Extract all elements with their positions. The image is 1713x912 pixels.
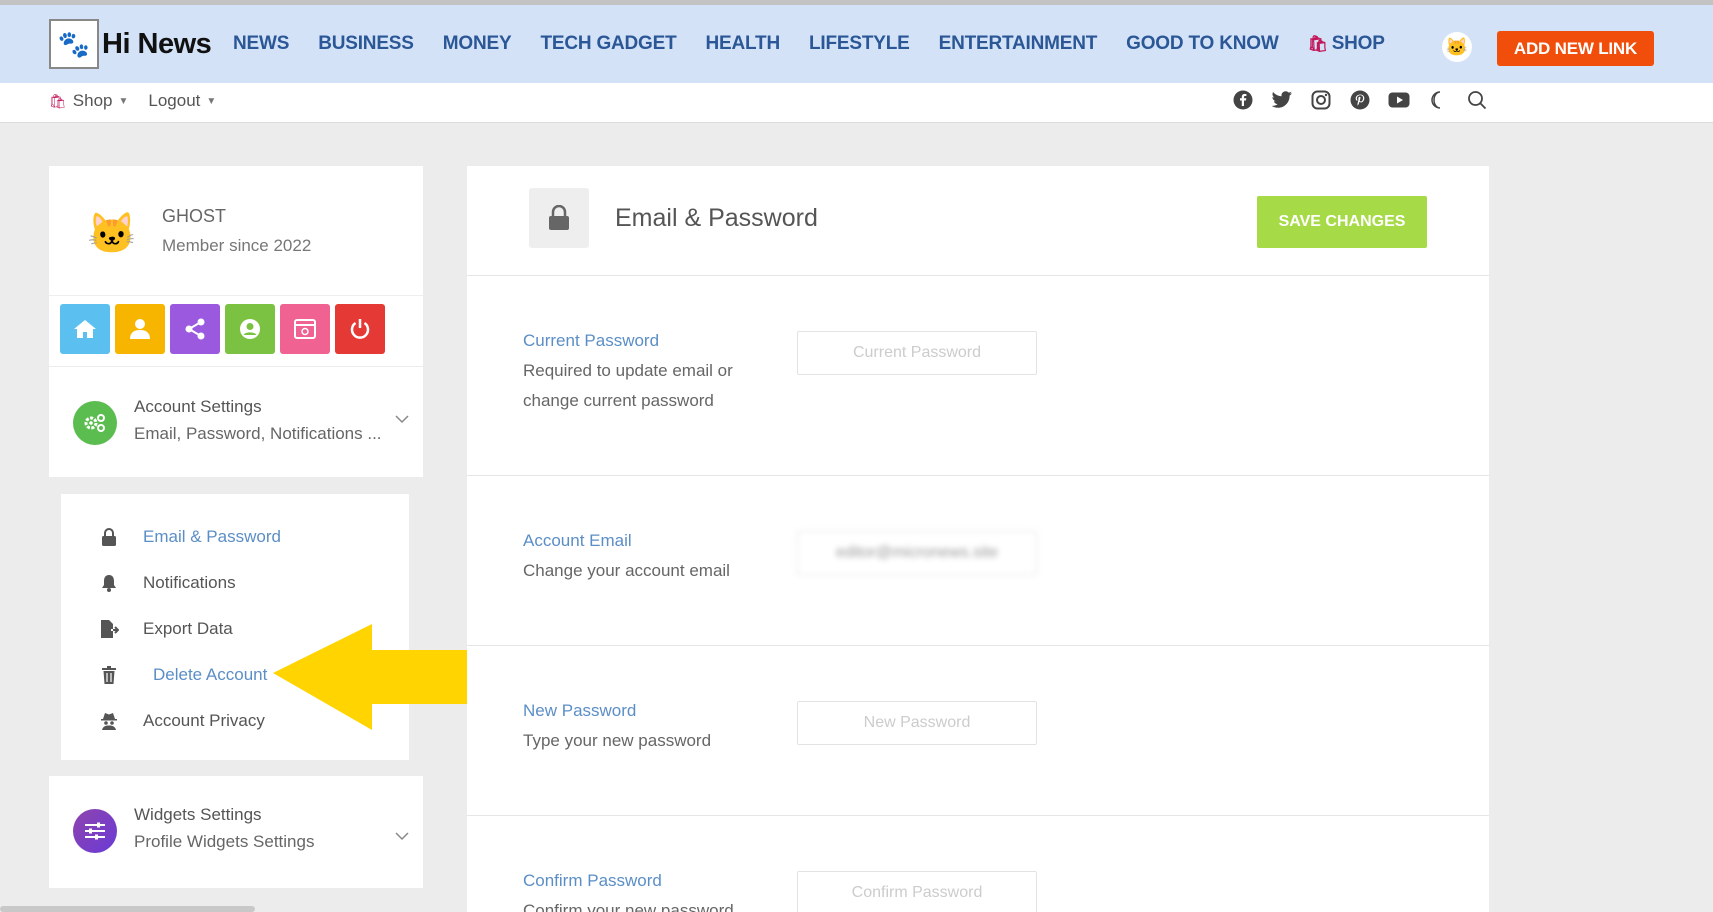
main-nav: NEWS BUSINESS MONEY TECH GADGET HEALTH L…: [233, 33, 1414, 55]
shopping-bag-icon: 🛍: [1307, 36, 1328, 53]
widgets-settings-title: Widgets Settings: [134, 805, 262, 824]
profile-avatar-cat-icon[interactable]: 🐱: [84, 206, 140, 262]
account-email-section: Account Email Change your account email: [467, 476, 1489, 646]
nav-lifestyle[interactable]: LIFESTYLE: [809, 33, 910, 55]
nav-tech-gadget[interactable]: TECH GADGET: [540, 33, 676, 55]
quick-profile-button[interactable]: [115, 304, 165, 354]
submenu-export-data[interactable]: Export Data: [99, 619, 233, 639]
cat-paw-logo-icon: 🐾: [49, 19, 99, 69]
lock-icon: [529, 188, 589, 248]
twitter-icon[interactable]: [1271, 89, 1293, 111]
submenu-account-privacy-label: Account Privacy: [143, 711, 265, 730]
facebook-icon[interactable]: [1232, 89, 1254, 111]
sliders-icon: [73, 809, 117, 853]
member-since: Member since 2022: [162, 236, 312, 255]
current-password-help: Required to update email or change curre…: [523, 361, 733, 410]
browser-icon: [294, 319, 316, 339]
nav-money[interactable]: MONEY: [443, 33, 512, 55]
account-settings-title: Account Settings: [134, 397, 262, 416]
nav-business[interactable]: BUSINESS: [318, 33, 414, 55]
chevron-down-icon: [395, 828, 409, 844]
file-export-icon: [99, 619, 119, 639]
logout-menu[interactable]: Logout ▼: [148, 91, 216, 111]
site-logo[interactable]: 🐾 Hi News: [49, 19, 212, 69]
quick-logout-button[interactable]: [335, 304, 385, 354]
dark-mode-moon-icon[interactable]: [1427, 89, 1449, 111]
quick-browser-button[interactable]: [280, 304, 330, 354]
trash-icon: [99, 666, 119, 684]
submenu-email-password-label: Email & Password: [143, 527, 281, 546]
new-password-help: Type your new password: [523, 731, 712, 750]
account-email-help: Change your account email: [523, 561, 730, 580]
pinterest-icon[interactable]: [1349, 89, 1371, 111]
account-email-label: Account Email: [523, 531, 632, 550]
page-title: Email & Password: [615, 204, 818, 232]
add-new-link-button[interactable]: ADD NEW LINK: [1497, 31, 1654, 66]
secondary-bar: 🛍 Shop ▼ Logout ▼: [0, 83, 1713, 123]
user-icon: [130, 319, 150, 339]
profile-card: 🐱 GHOST Member since 2022: [49, 166, 423, 296]
home-icon: [74, 320, 96, 338]
submenu-notifications[interactable]: Notifications: [99, 573, 236, 593]
confirm-password-input[interactable]: [797, 871, 1037, 912]
nav-health[interactable]: HEALTH: [706, 33, 781, 55]
submenu-delete-account[interactable]: Delete Account: [99, 665, 267, 685]
account-settings-toggle[interactable]: Account Settings Email, Password, Notifi…: [49, 367, 423, 477]
submenu-delete-account-label: Delete Account: [153, 665, 268, 684]
nav-good-to-know[interactable]: GOOD TO KNOW: [1126, 33, 1279, 55]
new-password-section: New Password Type your new password: [467, 646, 1489, 816]
new-password-label: New Password: [523, 701, 637, 720]
lock-icon: [99, 528, 119, 546]
save-changes-button[interactable]: SAVE CHANGES: [1257, 196, 1427, 248]
confirm-password-label: Confirm Password: [523, 871, 662, 890]
confirm-password-help: Confirm your new password: [523, 901, 734, 912]
widgets-settings-subtitle: Profile Widgets Settings: [134, 832, 315, 851]
submenu-email-password[interactable]: Email & Password: [99, 527, 281, 547]
quick-share-button[interactable]: [170, 304, 220, 354]
submenu-export-data-label: Export Data: [143, 619, 233, 638]
search-icon[interactable]: [1466, 89, 1488, 111]
chevron-down-icon: [395, 411, 409, 427]
account-email-input[interactable]: [797, 531, 1037, 575]
annotation-arrow-icon: [273, 624, 469, 730]
nav-shop[interactable]: 🛍 SHOP: [1308, 33, 1385, 55]
quick-account-button[interactable]: [225, 304, 275, 354]
shopping-bag-icon: 🛍: [49, 92, 67, 109]
logout-menu-label: Logout: [148, 91, 201, 110]
widgets-settings-toggle[interactable]: Widgets Settings Profile Widgets Setting…: [49, 776, 423, 888]
user-secret-icon: [99, 712, 119, 730]
submenu-notifications-label: Notifications: [143, 573, 236, 592]
nav-news[interactable]: NEWS: [233, 33, 289, 55]
confirm-password-section: Confirm Password Confirm your new passwo…: [467, 816, 1489, 912]
power-icon: [350, 319, 370, 339]
shop-menu[interactable]: 🛍 Shop ▼: [49, 91, 128, 111]
profile-username: GHOST: [162, 206, 227, 226]
current-password-input[interactable]: [797, 331, 1037, 375]
gears-icon: [73, 401, 117, 445]
horizontal-scrollbar[interactable]: [0, 906, 255, 912]
new-password-input[interactable]: [797, 701, 1037, 745]
shop-menu-label: Shop: [72, 91, 113, 110]
youtube-icon[interactable]: [1388, 89, 1410, 111]
caret-down-icon: ▼: [118, 95, 129, 107]
submenu-account-privacy[interactable]: Account Privacy: [99, 711, 265, 731]
share-icon: [185, 318, 205, 340]
panel-header: Email & Password SAVE CHANGES: [467, 166, 1489, 276]
instagram-icon[interactable]: [1310, 89, 1332, 111]
top-navbar: 🐾 Hi News NEWS BUSINESS MONEY TECH GADGE…: [0, 0, 1713, 83]
quick-actions-row: [49, 296, 423, 366]
bell-icon: [99, 574, 119, 592]
logo-text: Hi News: [102, 27, 212, 60]
nav-entertainment[interactable]: ENTERTAINMENT: [939, 33, 1098, 55]
nav-shop-label: SHOP: [1331, 33, 1385, 54]
current-password-section: Current Password Required to update emai…: [467, 276, 1489, 476]
current-password-label: Current Password: [523, 331, 660, 350]
account-settings-subtitle: Email, Password, Notifications ...: [134, 424, 382, 443]
user-avatar-icon[interactable]: 🐱: [1442, 32, 1472, 62]
account-circle-icon: [240, 319, 260, 339]
email-password-panel: Email & Password SAVE CHANGES Current Pa…: [467, 166, 1489, 912]
social-icons: [1232, 89, 1488, 111]
caret-down-icon: ▼: [206, 95, 217, 107]
quick-home-button[interactable]: [60, 304, 110, 354]
